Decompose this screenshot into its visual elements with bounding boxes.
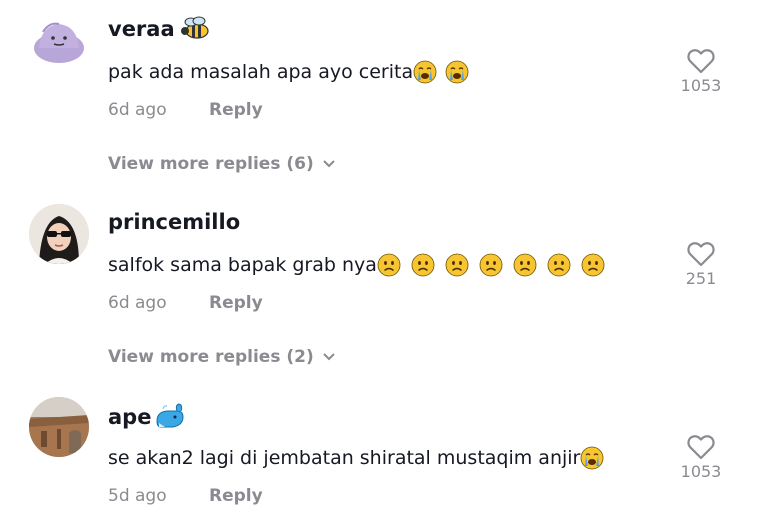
username-text[interactable]: veraa	[108, 17, 175, 41]
frowning-face-icon	[581, 253, 605, 277]
reply-button[interactable]: Reply	[209, 486, 263, 506]
username[interactable]: princemillo	[108, 210, 240, 234]
loudly-crying-face-icon	[580, 446, 604, 470]
username-text[interactable]: princemillo	[108, 210, 240, 234]
loudly-crying-face-icon	[413, 60, 437, 84]
like-count: 251	[685, 269, 717, 288]
like-button[interactable]: 1053	[671, 434, 731, 481]
loudly-crying-face-icon	[445, 60, 469, 84]
comment-text: pak ada masalah apa ayo cerita	[108, 60, 469, 84]
username[interactable]: ape	[108, 403, 185, 431]
comment-time: 6d ago	[108, 100, 167, 120]
view-more-replies-button[interactable]: View more replies (2)	[108, 347, 336, 367]
like-count: 1053	[680, 76, 722, 95]
username[interactable]: veraa	[108, 16, 211, 42]
like-count: 1053	[680, 462, 722, 481]
frowning-face-icon	[479, 253, 503, 277]
like-button[interactable]: 1053	[671, 48, 731, 95]
chevron-down-icon[interactable]	[322, 159, 336, 169]
frowning-face-icon	[411, 253, 435, 277]
heart-icon[interactable]	[687, 434, 715, 460]
frowning-face-icon	[513, 253, 537, 277]
username-text[interactable]: ape	[108, 405, 151, 429]
bee-icon	[180, 16, 209, 39]
comment-text: se akan2 lagi di jembatan shiratal musta…	[108, 446, 604, 470]
reply-button[interactable]: Reply	[209, 100, 263, 120]
whale-icon	[156, 403, 184, 428]
comment-time: 6d ago	[108, 293, 167, 313]
view-more-replies-label[interactable]: View more replies (6)	[108, 154, 314, 174]
avatar[interactable]	[29, 204, 89, 264]
heart-icon[interactable]	[687, 241, 715, 267]
like-button[interactable]: 251	[671, 241, 731, 288]
comment-time: 5d ago	[108, 486, 167, 506]
view-more-replies-label[interactable]: View more replies (2)	[108, 347, 314, 367]
view-more-replies-button[interactable]: View more replies (6)	[108, 154, 336, 174]
chevron-down-icon[interactable]	[322, 352, 336, 362]
avatar[interactable]	[29, 8, 89, 68]
frowning-face-icon	[445, 253, 469, 277]
comment-text: salfok sama bapak grab nya	[108, 253, 605, 277]
reply-button[interactable]: Reply	[209, 293, 263, 313]
frowning-face-icon	[547, 253, 571, 277]
frowning-face-icon	[377, 253, 401, 277]
heart-icon[interactable]	[687, 48, 715, 74]
avatar[interactable]	[29, 397, 89, 457]
